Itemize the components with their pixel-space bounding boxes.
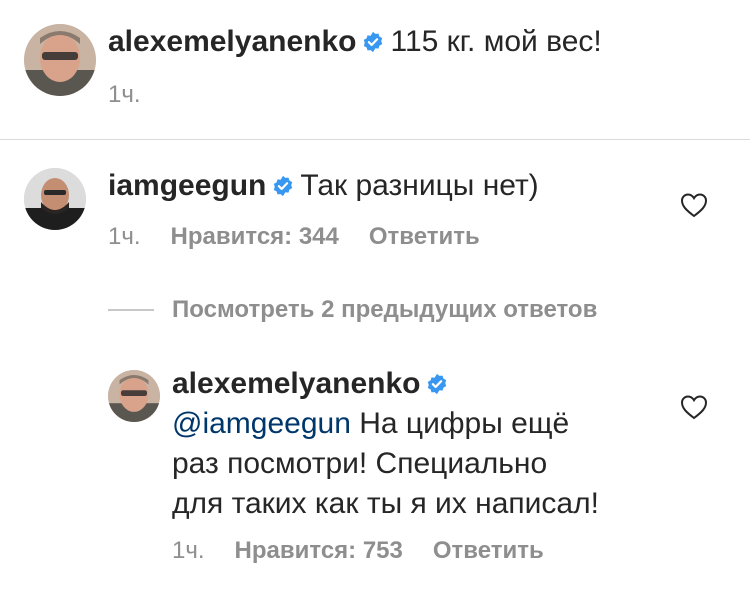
post-username[interactable]: alexemelyanenko: [108, 25, 356, 58]
caption-divider: [0, 139, 750, 140]
view-replies-label: Посмотреть 2 предыдущих ответов: [172, 296, 598, 323]
reply-username[interactable]: alexemelyanenko: [172, 367, 420, 400]
heart-icon[interactable]: [680, 192, 708, 218]
view-previous-replies-button[interactable]: Посмотреть 2 предыдущих ответов: [108, 294, 597, 326]
avatar-alexemelyanenko[interactable]: [24, 24, 96, 96]
verified-badge-icon: [272, 175, 294, 197]
reply-likes[interactable]: Нравится: 753: [235, 537, 403, 564]
reply-header-line: alexemelyanenko: [172, 366, 454, 402]
comment-text: Так разницы нет): [300, 169, 539, 202]
post-time: 1ч.: [108, 81, 141, 108]
verified-badge-icon: [426, 373, 448, 395]
replies-dash: [108, 309, 154, 311]
reply-text-part-1: На цифры ещё: [359, 407, 570, 440]
reply-text-line-2: раз посмотри! Специально: [172, 447, 548, 480]
reply-reply-button[interactable]: Ответить: [433, 537, 544, 564]
post-caption-line: alexemelyanenko 115 кг. мой вес!: [108, 24, 602, 60]
comment-username[interactable]: iamgeegun: [108, 169, 266, 202]
reply-text-line-3: для таких как ты я их написал!: [172, 487, 599, 520]
avatar-iamgeegun[interactable]: [24, 168, 86, 230]
comment-time: 1ч.: [108, 223, 141, 250]
avatar-image: [108, 370, 160, 422]
reply-text-block: @iamgeegun На цифры ещё раз посмотри! Сп…: [172, 404, 692, 524]
comment-reply-button[interactable]: Ответить: [369, 223, 480, 250]
comment-line: iamgeegun Так разницы нет): [108, 168, 539, 204]
reply-meta: 1ч. Нравится: 753 Ответить: [172, 536, 544, 566]
avatar-image: [24, 168, 86, 230]
reply-text-line-1: @iamgeegun На цифры ещё: [172, 404, 692, 444]
post-meta: 1ч.: [108, 80, 141, 110]
reply-time: 1ч.: [172, 537, 205, 564]
avatar-image: [24, 24, 96, 96]
avatar-alexemelyanenko-reply[interactable]: [108, 370, 160, 422]
verified-badge-icon: [362, 31, 384, 53]
post-caption-text: 115 кг. мой вес!: [390, 25, 602, 58]
comment-meta: 1ч. Нравится: 344 Ответить: [108, 222, 480, 252]
reply-mention-link[interactable]: @iamgeegun: [172, 407, 351, 440]
comment-likes[interactable]: Нравится: 344: [171, 223, 339, 250]
heart-icon[interactable]: [680, 394, 708, 420]
